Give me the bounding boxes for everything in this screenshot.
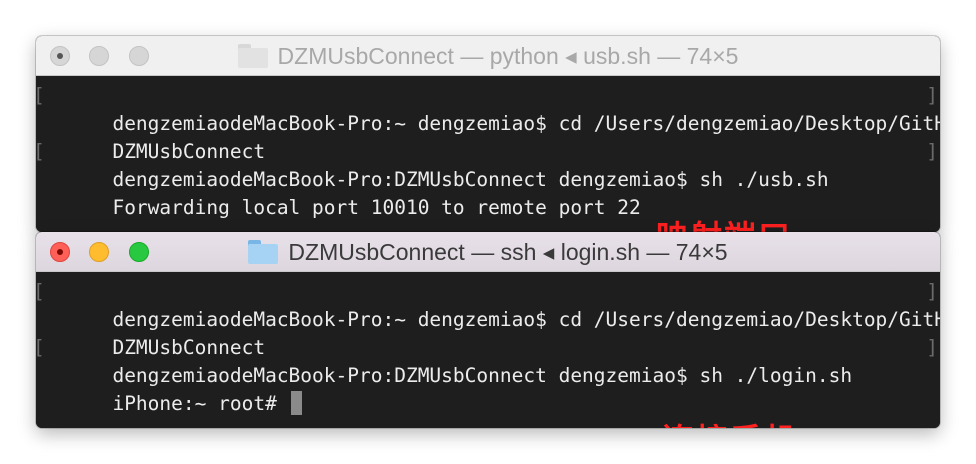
line-bracket-right: ]	[926, 336, 938, 359]
terminal-line: DZMUsbConnect	[36, 306, 940, 359]
terminal-line: [dengzemiaodeMacBook-Pro:~ dengzemiao$ c…	[36, 82, 940, 135]
title-bar[interactable]: DZMUsbConnect — python ◂ usb.sh — 74×5	[36, 36, 940, 76]
window-title: DZMUsbConnect — ssh ◂ login.sh — 74×5	[36, 232, 940, 272]
terminal-content[interactable]: [dengzemiaodeMacBook-Pro:~ dengzemiao$ c…	[36, 76, 940, 232]
line-bracket-right: ]	[926, 280, 938, 303]
terminal-prompt-line[interactable]: iPhone:~ root#	[36, 362, 940, 415]
terminal-line: [dengzemiaodeMacBook-Pro:~ dengzemiao$ c…	[36, 278, 940, 331]
folder-icon	[248, 240, 279, 264]
terminal-window-login[interactable]: DZMUsbConnect — ssh ◂ login.sh — 74×5 [d…	[36, 232, 940, 428]
terminal-line: DZMUsbConnect	[36, 110, 940, 163]
line-bracket-left: [	[36, 82, 45, 110]
line-bracket-right: ]	[926, 140, 938, 163]
text-cursor	[290, 391, 302, 415]
terminal-content[interactable]: [dengzemiaodeMacBook-Pro:~ dengzemiao$ c…	[36, 272, 940, 428]
window-title: DZMUsbConnect — python ◂ usb.sh — 74×5	[36, 36, 940, 76]
line-bracket-right: ]	[926, 84, 938, 107]
line-bracket-left: [	[36, 334, 45, 362]
annotation-port-mapping: 映射端口	[656, 212, 792, 232]
title-bar[interactable]: DZMUsbConnect — ssh ◂ login.sh — 74×5	[36, 232, 940, 272]
line-bracket-left: [	[36, 278, 45, 306]
line-bracket-left: [	[36, 138, 45, 166]
window-title-text: DZMUsbConnect — ssh ◂ login.sh — 74×5	[288, 238, 728, 265]
line-text: Forwarding local port 10010 to remote po…	[112, 196, 641, 219]
window-title-text: DZMUsbConnect — python ◂ usb.sh — 74×5	[277, 42, 739, 69]
terminal-line: [dengzemiaodeMacBook-Pro:DZMUsbConnect d…	[36, 334, 940, 387]
terminal-window-usb[interactable]: DZMUsbConnect — python ◂ usb.sh — 74×5 […	[36, 36, 940, 232]
folder-icon	[237, 44, 268, 68]
terminal-line: Forwarding local port 10010 to remote po…	[36, 166, 940, 219]
annotation-connect-phone: 连接手机	[662, 415, 798, 428]
prompt-text: iPhone:~ root#	[112, 392, 289, 415]
terminal-line: [dengzemiaodeMacBook-Pro:DZMUsbConnect d…	[36, 138, 940, 191]
